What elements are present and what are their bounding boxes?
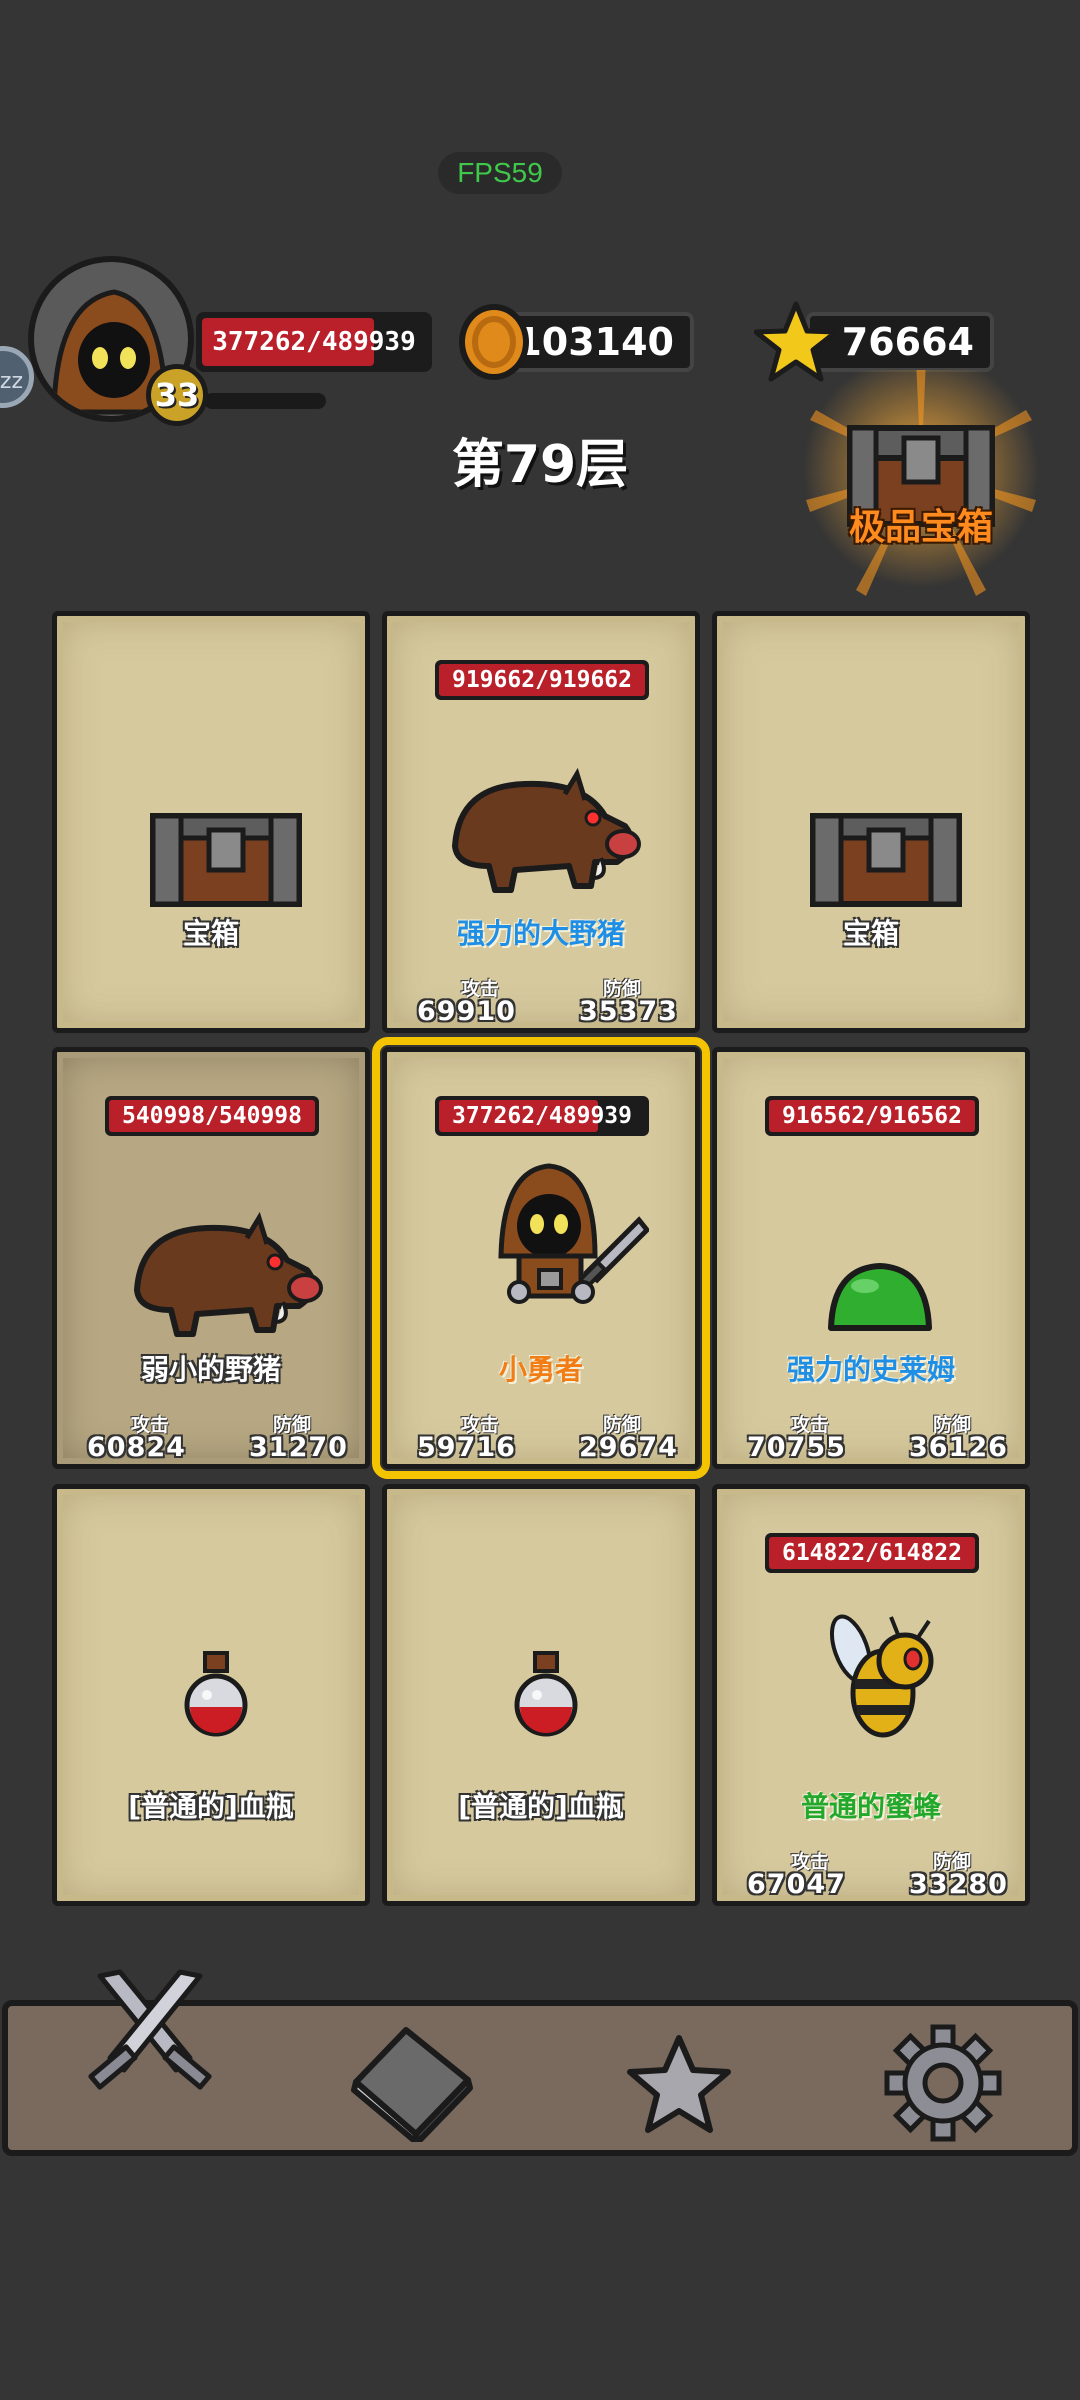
book-tab[interactable]	[346, 2022, 476, 2146]
attack-value: 70755	[747, 1432, 846, 1463]
card-enemy[interactable]: 916562/916562 强力的史莱姆 攻击 70755 防御 36126	[712, 1047, 1030, 1469]
card-name: 小勇者	[498, 1353, 583, 1386]
star-icon	[627, 2035, 731, 2133]
bottom-nav	[2, 1969, 1078, 2156]
card-name: 强力的大野猪	[456, 917, 625, 950]
floor-title: 第79层	[451, 435, 629, 495]
defense-value: 36126	[909, 1432, 1008, 1463]
book-icon	[351, 2027, 473, 2145]
coin-icon	[459, 304, 529, 380]
defense-value: 31270	[249, 1432, 348, 1463]
card-potion[interactable]: [普通的]血瓶	[382, 1484, 700, 1906]
defense-value: 29674	[579, 1432, 678, 1463]
player-hp-bar: 377262/489939	[196, 312, 432, 372]
health-potion-icon	[514, 1651, 578, 1737]
card-name: 宝箱	[842, 917, 899, 950]
card-enemy[interactable]: 919662/919662 强力的大野猪 攻击 69910 防御 35373	[382, 611, 700, 1033]
card-hp-bar: 919662/919662	[435, 660, 649, 700]
defense-value: 33280	[909, 1869, 1008, 1900]
card-enemy[interactable]: 614822/614822 普通的蜜蜂 攻击 67047 防御 33280	[712, 1484, 1030, 1906]
card-name: [普通的]血瓶	[458, 1790, 624, 1823]
attack-value: 67047	[747, 1869, 846, 1900]
player-hp-text: 377262/489939	[212, 327, 416, 357]
bee-icon	[829, 1614, 934, 1738]
card-hp-bar: 540998/540998	[105, 1096, 319, 1136]
attack-value: 60824	[87, 1432, 186, 1463]
boar-icon	[134, 1211, 323, 1337]
premium-chest-label: 极品宝箱	[848, 507, 993, 548]
crossed-swords-icon	[88, 1969, 212, 2090]
defense-value: 35373	[579, 996, 678, 1027]
boar-icon	[452, 767, 641, 893]
card-hp-text: 377262/489939	[451, 1103, 632, 1129]
card-chest[interactable]: 宝箱	[712, 611, 1030, 1033]
chest-icon	[810, 813, 962, 907]
card-name: [普通的]血瓶	[128, 1790, 294, 1823]
card-potion[interactable]: [普通的]血瓶	[52, 1484, 370, 1906]
card-hp-text: 919662/919662	[451, 667, 632, 693]
card-chest[interactable]: 宝箱	[52, 611, 370, 1033]
gear-icon	[884, 2024, 1002, 2142]
attack-value: 69910	[417, 996, 516, 1027]
fps-counter: FPS59	[438, 152, 562, 194]
settings-tab[interactable]	[884, 2024, 1002, 2146]
card-hp-bar: 614822/614822	[765, 1533, 979, 1573]
xp-bar	[204, 393, 326, 409]
card-hero[interactable]: 377262/489939 小勇者 攻击 59716 防御 29674	[372, 1037, 710, 1479]
card-hp-text: 614822/614822	[781, 1540, 962, 1566]
battle-tab[interactable]	[80, 1968, 220, 2102]
slime-icon	[828, 1263, 932, 1331]
hero-sprite-icon	[498, 1163, 649, 1304]
level-badge: 33	[146, 364, 208, 426]
card-hp-text: 540998/540998	[121, 1103, 302, 1129]
star-tab[interactable]	[624, 2032, 734, 2140]
premium-chest-button[interactable]: 极品宝箱	[796, 370, 1046, 610]
chest-icon	[150, 813, 302, 907]
attack-value: 59716	[417, 1432, 516, 1463]
health-potion-icon	[184, 1651, 248, 1737]
card-hp-bar: 916562/916562	[765, 1096, 979, 1136]
card-hp-text: 916562/916562	[781, 1103, 962, 1129]
card-name: 强力的史莱姆	[786, 1353, 955, 1386]
card-name: 普通的蜜蜂	[800, 1790, 941, 1823]
card-enemy[interactable]: 540998/540998 弱小的野猪 攻击 60824 防御 31270	[52, 1047, 370, 1469]
card-name: 弱小的野猪	[140, 1353, 281, 1386]
card-hp-bar: 377262/489939	[435, 1096, 649, 1136]
card-name: 宝箱	[182, 917, 239, 950]
